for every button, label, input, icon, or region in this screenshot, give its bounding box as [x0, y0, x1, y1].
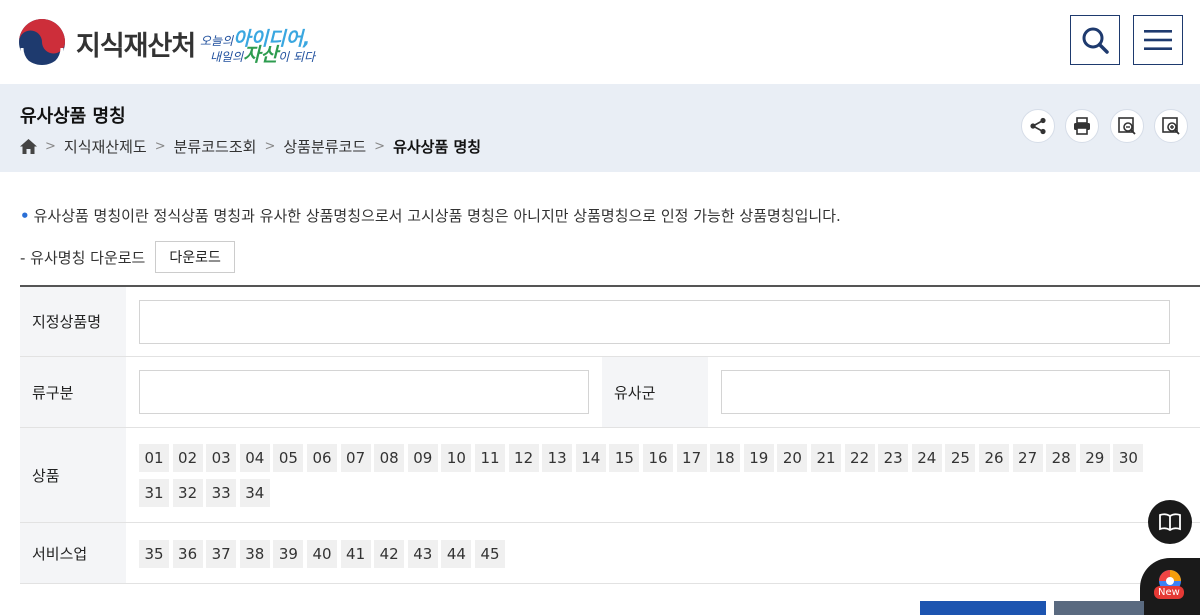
class-code-chip[interactable]: 27 [1012, 444, 1043, 472]
service-row: 서비스업 35 36 37 38 39 40 41 42 43 44 45 [20, 523, 1200, 584]
similar-group-input[interactable] [721, 370, 1170, 414]
download-button[interactable]: 다운로드 [155, 241, 235, 273]
designated-name-label: 지정상품명 [20, 287, 126, 356]
class-code-chip[interactable]: 03 [206, 444, 237, 472]
page-header-band [0, 84, 1200, 172]
class-code-chip[interactable]: 15 [609, 444, 640, 472]
class-code-chip[interactable]: 14 [575, 444, 606, 472]
search-button[interactable] [1070, 15, 1120, 65]
description-text: • 유사상품 명칭이란 정식상품 명칭과 유사한 상품명칭으로서 고시상품 명칭은… [20, 207, 841, 225]
page-title: 유사상품 명칭 [20, 106, 126, 127]
class-code-chip[interactable]: 29 [1079, 444, 1110, 472]
class-code-chip[interactable]: 05 [273, 444, 304, 472]
class-code-chip[interactable]: 20 [777, 444, 808, 472]
goods-row: 상품 01 02 03 04 05 06 07 08 09 10 11 12 13 14 15 16 17 18 1… [20, 428, 1200, 523]
download-label: - 유사명칭 다운로드 [20, 248, 146, 267]
class-row: 류구분 유사군 [20, 357, 1200, 428]
class-code-chip[interactable]: 41 [340, 540, 371, 568]
class-code-chip[interactable]: 26 [979, 444, 1009, 472]
chevron-right-icon: > [374, 139, 386, 154]
class-code-chip[interactable]: 09 [407, 444, 438, 472]
class-code-chip[interactable]: 04 [239, 444, 270, 472]
share-icon [1030, 117, 1046, 135]
chevron-right-icon: > [264, 139, 276, 154]
share-button[interactable] [1021, 109, 1055, 143]
class-code-chip[interactable]: 24 [911, 444, 942, 472]
class-code-chip[interactable]: 28 [1046, 444, 1077, 472]
similar-group-label: 유사군 [602, 357, 708, 427]
class-code-chip[interactable]: 13 [542, 444, 573, 472]
zoom-out-button[interactable] [1110, 109, 1144, 143]
search-submit-button[interactable] [920, 601, 1046, 615]
book-icon [1159, 513, 1181, 531]
class-code-chip[interactable]: 45 [475, 540, 505, 568]
class-code-chip[interactable]: 43 [407, 540, 438, 568]
class-code-chip[interactable]: 40 [307, 540, 337, 568]
class-code-chip[interactable]: 19 [743, 444, 774, 472]
new-badge: New [1154, 586, 1184, 599]
class-code-chip[interactable]: 06 [307, 444, 337, 472]
class-code-chip[interactable]: 38 [239, 540, 270, 568]
class-code-chip[interactable]: 30 [1113, 444, 1144, 472]
class-code-chip[interactable]: 07 [340, 444, 371, 472]
download-row: - 유사명칭 다운로드 다운로드 [20, 241, 235, 273]
class-code-chip[interactable]: 12 [508, 444, 539, 472]
class-code-chip[interactable]: 17 [676, 444, 707, 472]
class-code-chip[interactable]: 34 [239, 479, 270, 507]
search-form-table: 지정상품명 류구분 유사군 상품 01 02 03 04 05 06 07 08 09 10 11 1… [20, 285, 1200, 584]
print-button[interactable] [1065, 109, 1099, 143]
class-code-chip[interactable]: 32 [172, 479, 203, 507]
breadcrumb-item[interactable]: 상품분류코드 [283, 136, 366, 157]
designated-name-row: 지정상품명 [20, 287, 1200, 357]
print-icon [1074, 117, 1090, 135]
bullet-icon: • [20, 207, 30, 225]
class-code-chip[interactable]: 33 [206, 479, 237, 507]
class-code-chip[interactable]: 11 [475, 444, 505, 472]
breadcrumb-item[interactable]: 분류코드조회 [174, 136, 257, 157]
class-code-chip[interactable]: 25 [945, 444, 976, 472]
zoom-in-button[interactable] [1154, 109, 1188, 143]
zoom-in-icon [1162, 117, 1180, 135]
quick-guide-button[interactable] [1148, 500, 1192, 544]
reset-button[interactable] [1054, 601, 1144, 615]
class-code-chip[interactable]: 37 [206, 540, 237, 568]
breadcrumb: > 지식재산제도 > 분류코드조회 > 상품분류코드 > 유사상품 명칭 [20, 136, 481, 157]
class-code-chip[interactable]: 02 [172, 444, 203, 472]
class-label: 류구분 [20, 357, 126, 427]
class-code-chip[interactable]: 44 [441, 540, 472, 568]
slogan: 오늘의아이디어, 내일의자산이 되다 [200, 28, 316, 66]
site-header: 지식재산처 오늘의아이디어, 내일의자산이 되다 [0, 0, 1200, 84]
class-code-chip[interactable]: 18 [710, 444, 741, 472]
class-code-chip[interactable]: 10 [441, 444, 472, 472]
class-code-chip[interactable]: 42 [374, 540, 405, 568]
class-code-chip[interactable]: 16 [643, 444, 673, 472]
search-icon [1082, 27, 1109, 54]
class-code-chip[interactable]: 39 [273, 540, 304, 568]
zoom-out-icon [1118, 117, 1136, 135]
class-code-chip[interactable]: 36 [172, 540, 203, 568]
breadcrumb-current: 유사상품 명칭 [393, 138, 482, 156]
goods-label: 상품 [20, 428, 126, 522]
chevron-right-icon: > [45, 139, 56, 154]
designated-name-input[interactable] [139, 300, 1170, 344]
chevron-right-icon: > [154, 139, 166, 154]
class-code-chip[interactable]: 22 [844, 444, 875, 472]
class-code-chip[interactable]: 08 [374, 444, 405, 472]
government-emblem-logo[interactable] [18, 18, 66, 66]
hamburger-menu-icon [1144, 30, 1172, 50]
class-code-chip[interactable]: 01 [139, 444, 169, 472]
menu-button[interactable] [1133, 15, 1183, 65]
service-label: 서비스업 [20, 523, 126, 583]
class-code-chip[interactable]: 21 [811, 444, 841, 472]
class-code-chip[interactable]: 31 [139, 479, 169, 507]
logo-text[interactable]: 지식재산처 [76, 24, 196, 63]
class-input[interactable] [139, 370, 589, 414]
home-icon[interactable] [20, 139, 37, 154]
class-code-chip[interactable]: 23 [878, 444, 909, 472]
class-code-chip[interactable]: 35 [139, 540, 169, 568]
breadcrumb-item[interactable]: 지식재산제도 [64, 136, 147, 157]
